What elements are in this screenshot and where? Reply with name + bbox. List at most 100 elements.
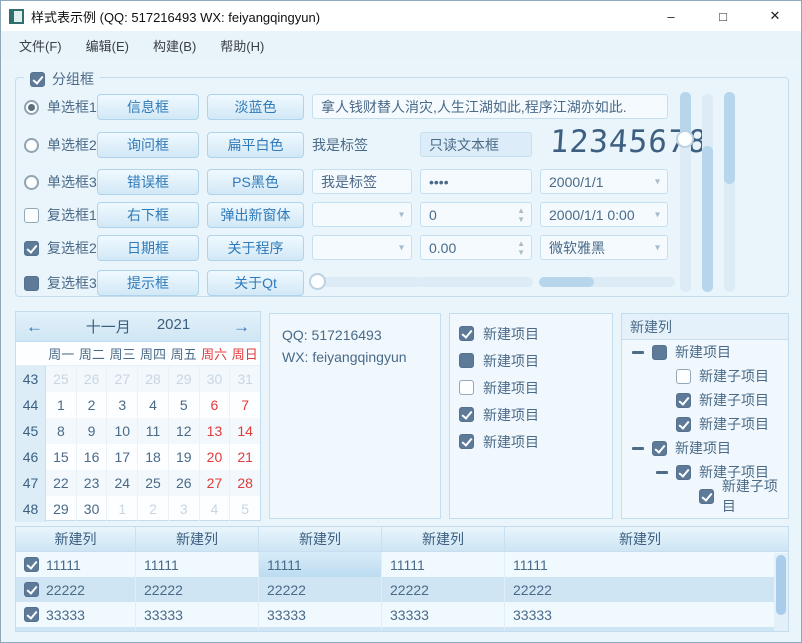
table-cell[interactable]: 44444: [259, 627, 382, 632]
radio-row-2[interactable]: 单选框2: [24, 132, 97, 158]
table-header-cell[interactable]: 新建列: [16, 527, 136, 551]
about-qt-button[interactable]: 关于Qt: [207, 270, 304, 296]
day-cell[interactable]: 6: [200, 392, 231, 418]
font-combo[interactable]: 微软雅黑 ▾: [540, 235, 668, 260]
spinbox-int[interactable]: 0 ▲▼: [420, 202, 532, 227]
calendar-next-icon[interactable]: →: [233, 317, 250, 337]
table-row[interactable]: 11111 11111 11111 11111 11111: [16, 552, 788, 577]
tree-item[interactable]: 新建子项目: [622, 364, 788, 388]
tree-item[interactable]: 新建子项目: [622, 388, 788, 412]
day-cell[interactable]: 7: [230, 392, 260, 418]
table-cell[interactable]: 11111: [505, 552, 775, 577]
day-cell[interactable]: 26: [77, 366, 108, 392]
popup-window-button[interactable]: 弹出新窗体: [207, 202, 304, 228]
checkbox-row-3[interactable]: 复选框3: [24, 270, 97, 296]
tree-item[interactable]: 新建子项目: [622, 484, 788, 508]
list-item[interactable]: 新建项目: [450, 320, 612, 347]
day-cell[interactable]: 2: [138, 496, 169, 522]
collapse-icon[interactable]: [656, 471, 668, 474]
calendar-prev-icon[interactable]: ←: [26, 317, 43, 337]
day-cell[interactable]: 29: [46, 496, 77, 522]
day-cell[interactable]: 18: [138, 444, 169, 470]
day-cell[interactable]: 19: [169, 444, 200, 470]
horizontal-slider-track[interactable]: [316, 277, 421, 287]
checkbox-2[interactable]: [24, 241, 39, 256]
day-cell[interactable]: 25: [46, 366, 77, 392]
line-edit[interactable]: 我是标签: [312, 169, 412, 194]
table-cell[interactable]: 33333: [382, 602, 505, 627]
table-cell[interactable]: 33333: [136, 602, 259, 627]
collapse-icon[interactable]: [632, 447, 644, 450]
radio-row-1[interactable]: 单选框1: [24, 94, 97, 120]
row-checkbox[interactable]: [24, 557, 39, 572]
tree-checkbox[interactable]: [676, 369, 691, 384]
date-edit[interactable]: 2000/1/1 ▾: [540, 169, 668, 194]
table-header-cell[interactable]: 新建列: [259, 527, 382, 551]
list-checkbox[interactable]: [459, 434, 474, 449]
checkbox-row-2[interactable]: 复选框2: [24, 235, 97, 261]
table-header-cell[interactable]: 新建列: [136, 527, 259, 551]
combo-empty-2[interactable]: ▾: [312, 235, 412, 260]
day-cell[interactable]: 5: [169, 392, 200, 418]
chevron-down-icon[interactable]: ▾: [655, 209, 660, 220]
calendar-month[interactable]: 十一月: [86, 316, 131, 337]
chevron-down-icon[interactable]: ▾: [655, 176, 660, 187]
tree-checkbox[interactable]: [676, 465, 691, 480]
tree-item[interactable]: 新建子项目: [622, 412, 788, 436]
tip-box-button[interactable]: 提示框: [97, 270, 199, 296]
spin-arrows-icon[interactable]: ▲▼: [517, 206, 525, 224]
table-cell[interactable]: 11111: [382, 552, 505, 577]
day-cell[interactable]: 15: [46, 444, 77, 470]
list-item[interactable]: 新建项目: [450, 428, 612, 455]
menu-help[interactable]: 帮助(H): [208, 32, 276, 59]
tree-checkbox[interactable]: [652, 345, 667, 360]
error-box-button[interactable]: 错误框: [97, 169, 199, 195]
list-checkbox[interactable]: [459, 326, 474, 341]
table-header-cell[interactable]: 新建列: [505, 527, 775, 551]
calendar-year[interactable]: 2021: [157, 316, 190, 337]
day-cell[interactable]: 28: [230, 470, 260, 496]
list-item[interactable]: 新建项目: [450, 374, 612, 401]
tree-checkbox[interactable]: [699, 489, 714, 504]
menu-edit[interactable]: 编辑(E): [74, 32, 141, 59]
day-cell[interactable]: 14: [230, 418, 260, 444]
checkbox-3[interactable]: [24, 276, 39, 291]
table-row[interactable]: 22222 22222 22222 22222 22222: [16, 577, 788, 602]
bottom-right-box-button[interactable]: 右下框: [97, 202, 199, 228]
flat-white-button[interactable]: 扁平白色: [207, 132, 304, 158]
table-cell[interactable]: 22222: [259, 577, 382, 602]
row-checkbox[interactable]: [24, 582, 39, 597]
list-item[interactable]: 新建项目: [450, 401, 612, 428]
day-cell[interactable]: 9: [77, 418, 108, 444]
day-cell[interactable]: 13: [200, 418, 231, 444]
day-cell[interactable]: 17: [107, 444, 138, 470]
collapse-icon[interactable]: [632, 351, 644, 354]
table-cell[interactable]: 44444: [382, 627, 505, 632]
table-vertical-scrollbar[interactable]: [774, 553, 788, 632]
combo-empty-1[interactable]: ▾: [312, 202, 412, 227]
day-cell[interactable]: 3: [107, 392, 138, 418]
day-cell[interactable]: 29: [169, 366, 200, 392]
menu-build[interactable]: 构建(B): [141, 32, 208, 59]
list-checkbox[interactable]: [459, 380, 474, 395]
vertical-slider-handle[interactable]: [676, 130, 694, 148]
day-cell[interactable]: 3: [169, 496, 200, 522]
scrollbar-thumb[interactable]: [776, 555, 786, 615]
day-cell[interactable]: 24: [107, 470, 138, 496]
table-cell[interactable]: 44444: [505, 627, 775, 632]
text-edit[interactable]: QQ: 517216493 WX: feiyangqingyun: [269, 313, 441, 519]
table-cell[interactable]: 33333: [505, 602, 775, 627]
checkbox-row-1[interactable]: 复选框1: [24, 202, 97, 228]
about-program-button[interactable]: 关于程序: [207, 235, 304, 261]
tree-checkbox[interactable]: [676, 417, 691, 432]
question-box-button[interactable]: 询问框: [97, 132, 199, 158]
chevron-down-icon[interactable]: ▾: [655, 242, 660, 253]
day-cell[interactable]: 4: [200, 496, 231, 522]
menu-file[interactable]: 文件(F): [7, 32, 74, 59]
day-cell[interactable]: 25: [138, 470, 169, 496]
minimize-button[interactable]: –: [645, 1, 697, 31]
day-cell[interactable]: 30: [77, 496, 108, 522]
table-cell[interactable]: 11111: [136, 552, 259, 577]
day-cell[interactable]: 27: [200, 470, 231, 496]
radio-2[interactable]: [24, 138, 39, 153]
